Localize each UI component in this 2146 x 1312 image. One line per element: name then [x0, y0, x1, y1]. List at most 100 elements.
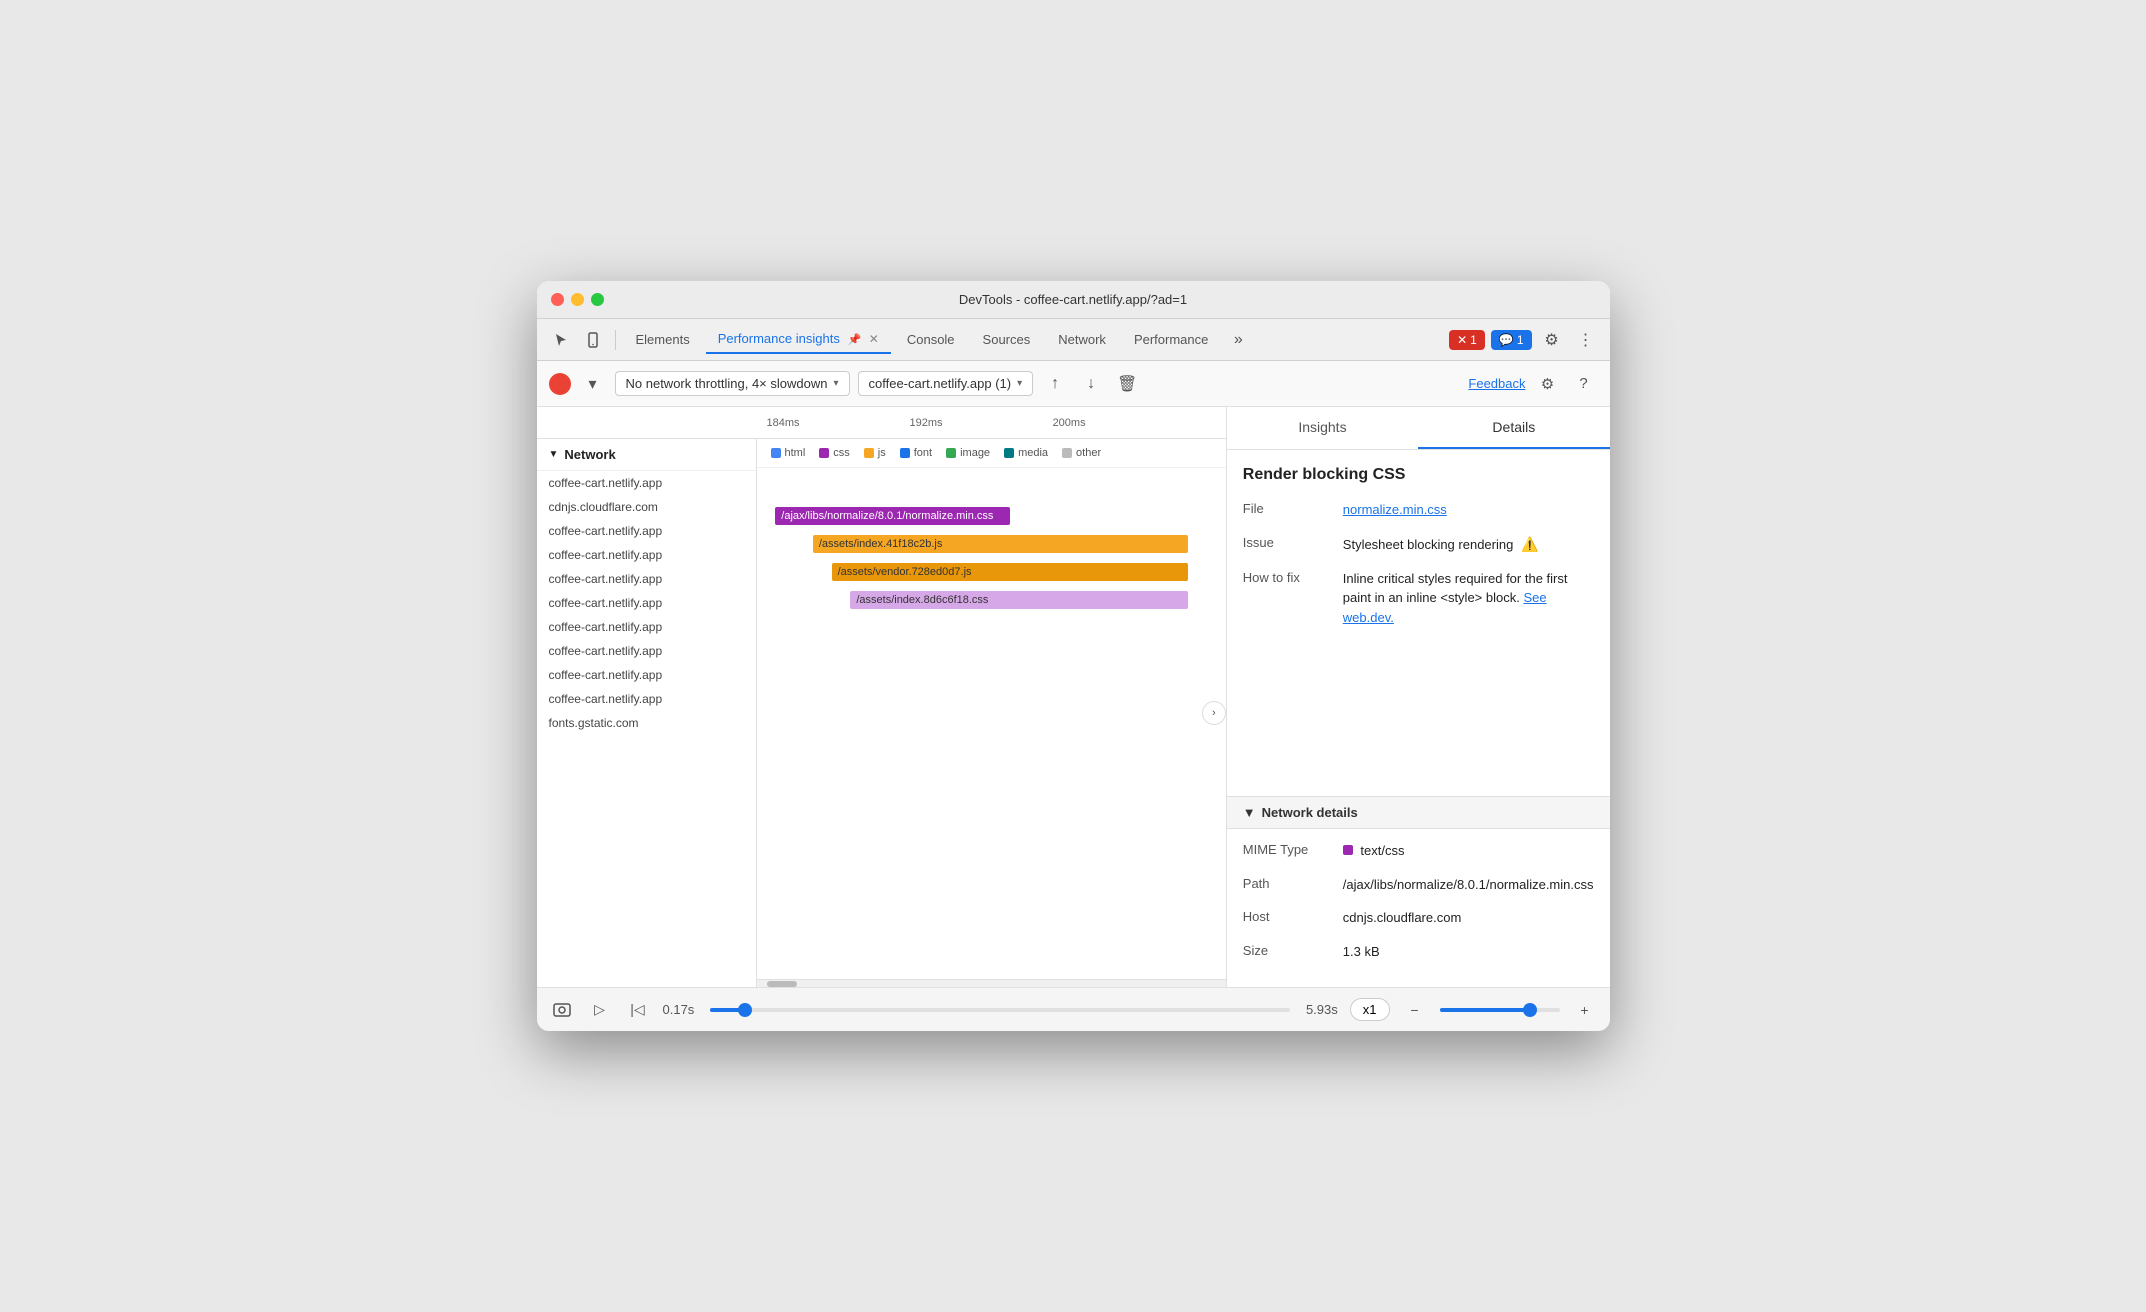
- waterfall-row[interactable]: /ajax/libs/normalize/8.0.1/normalize.min…: [757, 502, 1226, 530]
- slider-thumb[interactable]: [738, 1003, 752, 1017]
- download-icon[interactable]: ↓: [1077, 370, 1105, 398]
- upload-icon[interactable]: ↑: [1041, 370, 1069, 398]
- tab-performance-insights[interactable]: Performance insights 📌 ✕: [706, 325, 891, 354]
- zoom-out-icon[interactable]: −: [1402, 997, 1428, 1023]
- size-row: Size 1.3 kB: [1243, 942, 1594, 962]
- list-item[interactable]: cdnjs.cloudflare.com: [537, 495, 756, 519]
- cursor-icon[interactable]: [547, 326, 575, 354]
- waterfall-row: [757, 670, 1226, 698]
- horizontal-scrollbar[interactable]: [757, 979, 1226, 987]
- other-legend-dot: [1062, 448, 1072, 458]
- network-list: ▼ Network coffee-cart.netlify.app cdnjs.…: [537, 439, 757, 987]
- tab-performance[interactable]: Performance: [1122, 326, 1220, 353]
- vendor-js-bar[interactable]: /assets/vendor.728ed0d7.js: [832, 563, 1189, 581]
- error-badge[interactable]: ✕ 1: [1449, 330, 1485, 350]
- waterfall-legend: html css js font: [757, 439, 1226, 468]
- list-item[interactable]: coffee-cart.netlify.app: [537, 687, 756, 711]
- record-button[interactable]: [549, 373, 571, 395]
- network-header[interactable]: ▼ Network: [537, 439, 756, 471]
- tab-console[interactable]: Console: [895, 326, 967, 353]
- start-time: 0.17s: [663, 1002, 695, 1017]
- issue-row: Issue Stylesheet blocking rendering ⚠️: [1243, 534, 1594, 555]
- tab-details[interactable]: Details: [1418, 407, 1609, 449]
- comment-badge[interactable]: 💬 1: [1491, 330, 1532, 350]
- record-dropdown-icon[interactable]: ▾: [579, 370, 607, 398]
- index-js-bar[interactable]: /assets/index.41f18c2b.js: [813, 535, 1188, 553]
- tab-close-icon[interactable]: ✕: [869, 332, 879, 346]
- list-item[interactable]: coffee-cart.netlify.app: [537, 519, 756, 543]
- waterfall-row: [757, 726, 1226, 754]
- zoom-slider[interactable]: [1440, 1008, 1560, 1012]
- play-icon[interactable]: ▷: [587, 997, 613, 1023]
- list-item[interactable]: coffee-cart.netlify.app: [537, 471, 756, 495]
- settings-icon[interactable]: ⚙: [1538, 326, 1566, 354]
- zoom-thumb[interactable]: [1523, 1003, 1537, 1017]
- timeline-scrubber[interactable]: [710, 1008, 1290, 1012]
- warning-icon: ⚠️: [1521, 536, 1538, 552]
- list-item[interactable]: coffee-cart.netlify.app: [537, 543, 756, 567]
- minimize-button[interactable]: [571, 293, 584, 306]
- how-to-fix-label: How to fix: [1243, 569, 1343, 585]
- list-item[interactable]: coffee-cart.netlify.app: [537, 639, 756, 663]
- network-details-content: MIME Type text/css Path /ajax/libs/norma…: [1227, 829, 1610, 987]
- error-icon: ✕: [1457, 333, 1467, 347]
- list-item[interactable]: coffee-cart.netlify.app: [537, 591, 756, 615]
- tab-network[interactable]: Network: [1046, 326, 1118, 353]
- time-mark-3: 200ms: [1053, 417, 1086, 429]
- mime-type-value: text/css: [1343, 841, 1594, 861]
- main-content: 184ms 192ms 200ms ▼ Network coffee-cart.…: [537, 407, 1610, 987]
- throttle-dropdown[interactable]: No network throttling, 4× slowdown ▾: [615, 371, 850, 396]
- mime-type-label: MIME Type: [1243, 841, 1343, 857]
- list-item[interactable]: coffee-cart.netlify.app: [537, 615, 756, 639]
- secondary-bar: ▾ No network throttling, 4× slowdown ▾ c…: [537, 361, 1610, 407]
- tab-sources[interactable]: Sources: [971, 326, 1043, 353]
- waterfall-row[interactable]: /assets/vendor.728ed0d7.js: [757, 558, 1226, 586]
- normalize-css-bar[interactable]: /ajax/libs/normalize/8.0.1/normalize.min…: [775, 507, 1010, 525]
- help-icon[interactable]: ?: [1570, 370, 1598, 398]
- feedback-button[interactable]: Feedback: [1468, 376, 1525, 391]
- tab-elements[interactable]: Elements: [624, 326, 702, 353]
- mobile-icon[interactable]: [579, 326, 607, 354]
- titlebar: DevTools - coffee-cart.netlify.app/?ad=1: [537, 281, 1610, 319]
- file-value: normalize.min.css: [1343, 500, 1594, 520]
- js-legend-dot: [864, 448, 874, 458]
- media-legend-dot: [1004, 448, 1014, 458]
- file-label: File: [1243, 500, 1343, 516]
- list-item[interactable]: fonts.gstatic.com: [537, 711, 756, 735]
- waterfall-row: [757, 642, 1226, 670]
- legend-media: media: [1004, 447, 1048, 459]
- target-arrow-icon: ▾: [1017, 378, 1022, 389]
- file-link[interactable]: normalize.min.css: [1343, 502, 1447, 517]
- settings-gear-icon[interactable]: ⚙: [1534, 370, 1562, 398]
- delete-icon[interactable]: 🗑: [1113, 370, 1141, 398]
- more-tabs-icon[interactable]: »: [1224, 326, 1252, 354]
- path-label: Path: [1243, 875, 1343, 891]
- scroll-thumb[interactable]: [767, 981, 797, 987]
- waterfall-row[interactable]: /assets/index.41f18c2b.js: [757, 530, 1226, 558]
- legend-image: image: [946, 447, 990, 459]
- details-title: Render blocking CSS: [1243, 466, 1594, 484]
- more-options-icon[interactable]: ⋮: [1572, 326, 1600, 354]
- list-item[interactable]: coffee-cart.netlify.app: [537, 663, 756, 687]
- mime-type-row: MIME Type text/css: [1243, 841, 1594, 861]
- zoom-in-icon[interactable]: +: [1572, 997, 1598, 1023]
- font-legend-dot: [900, 448, 910, 458]
- host-label: Host: [1243, 908, 1343, 924]
- target-dropdown[interactable]: coffee-cart.netlify.app (1) ▾: [858, 371, 1034, 396]
- close-button[interactable]: [551, 293, 564, 306]
- path-row: Path /ajax/libs/normalize/8.0.1/normaliz…: [1243, 875, 1594, 895]
- timeline-scale: 184ms 192ms 200ms: [757, 417, 1226, 429]
- waterfall-row[interactable]: /assets/index.8d6c6f18.css: [757, 586, 1226, 614]
- index-css-bar[interactable]: /assets/index.8d6c6f18.css: [850, 591, 1188, 609]
- network-details-section[interactable]: ▼ Network details: [1227, 796, 1610, 829]
- scroll-right-icon[interactable]: ›: [1202, 701, 1226, 725]
- size-label: Size: [1243, 942, 1343, 958]
- maximize-button[interactable]: [591, 293, 604, 306]
- speed-selector[interactable]: x1: [1350, 998, 1390, 1021]
- comment-icon: 💬: [1499, 333, 1514, 347]
- tab-insights[interactable]: Insights: [1227, 407, 1418, 449]
- left-panel: 184ms 192ms 200ms ▼ Network coffee-cart.…: [537, 407, 1227, 987]
- skip-to-start-icon[interactable]: |◁: [625, 997, 651, 1023]
- list-item[interactable]: coffee-cart.netlify.app: [537, 567, 756, 591]
- screenshot-icon[interactable]: [549, 997, 575, 1023]
